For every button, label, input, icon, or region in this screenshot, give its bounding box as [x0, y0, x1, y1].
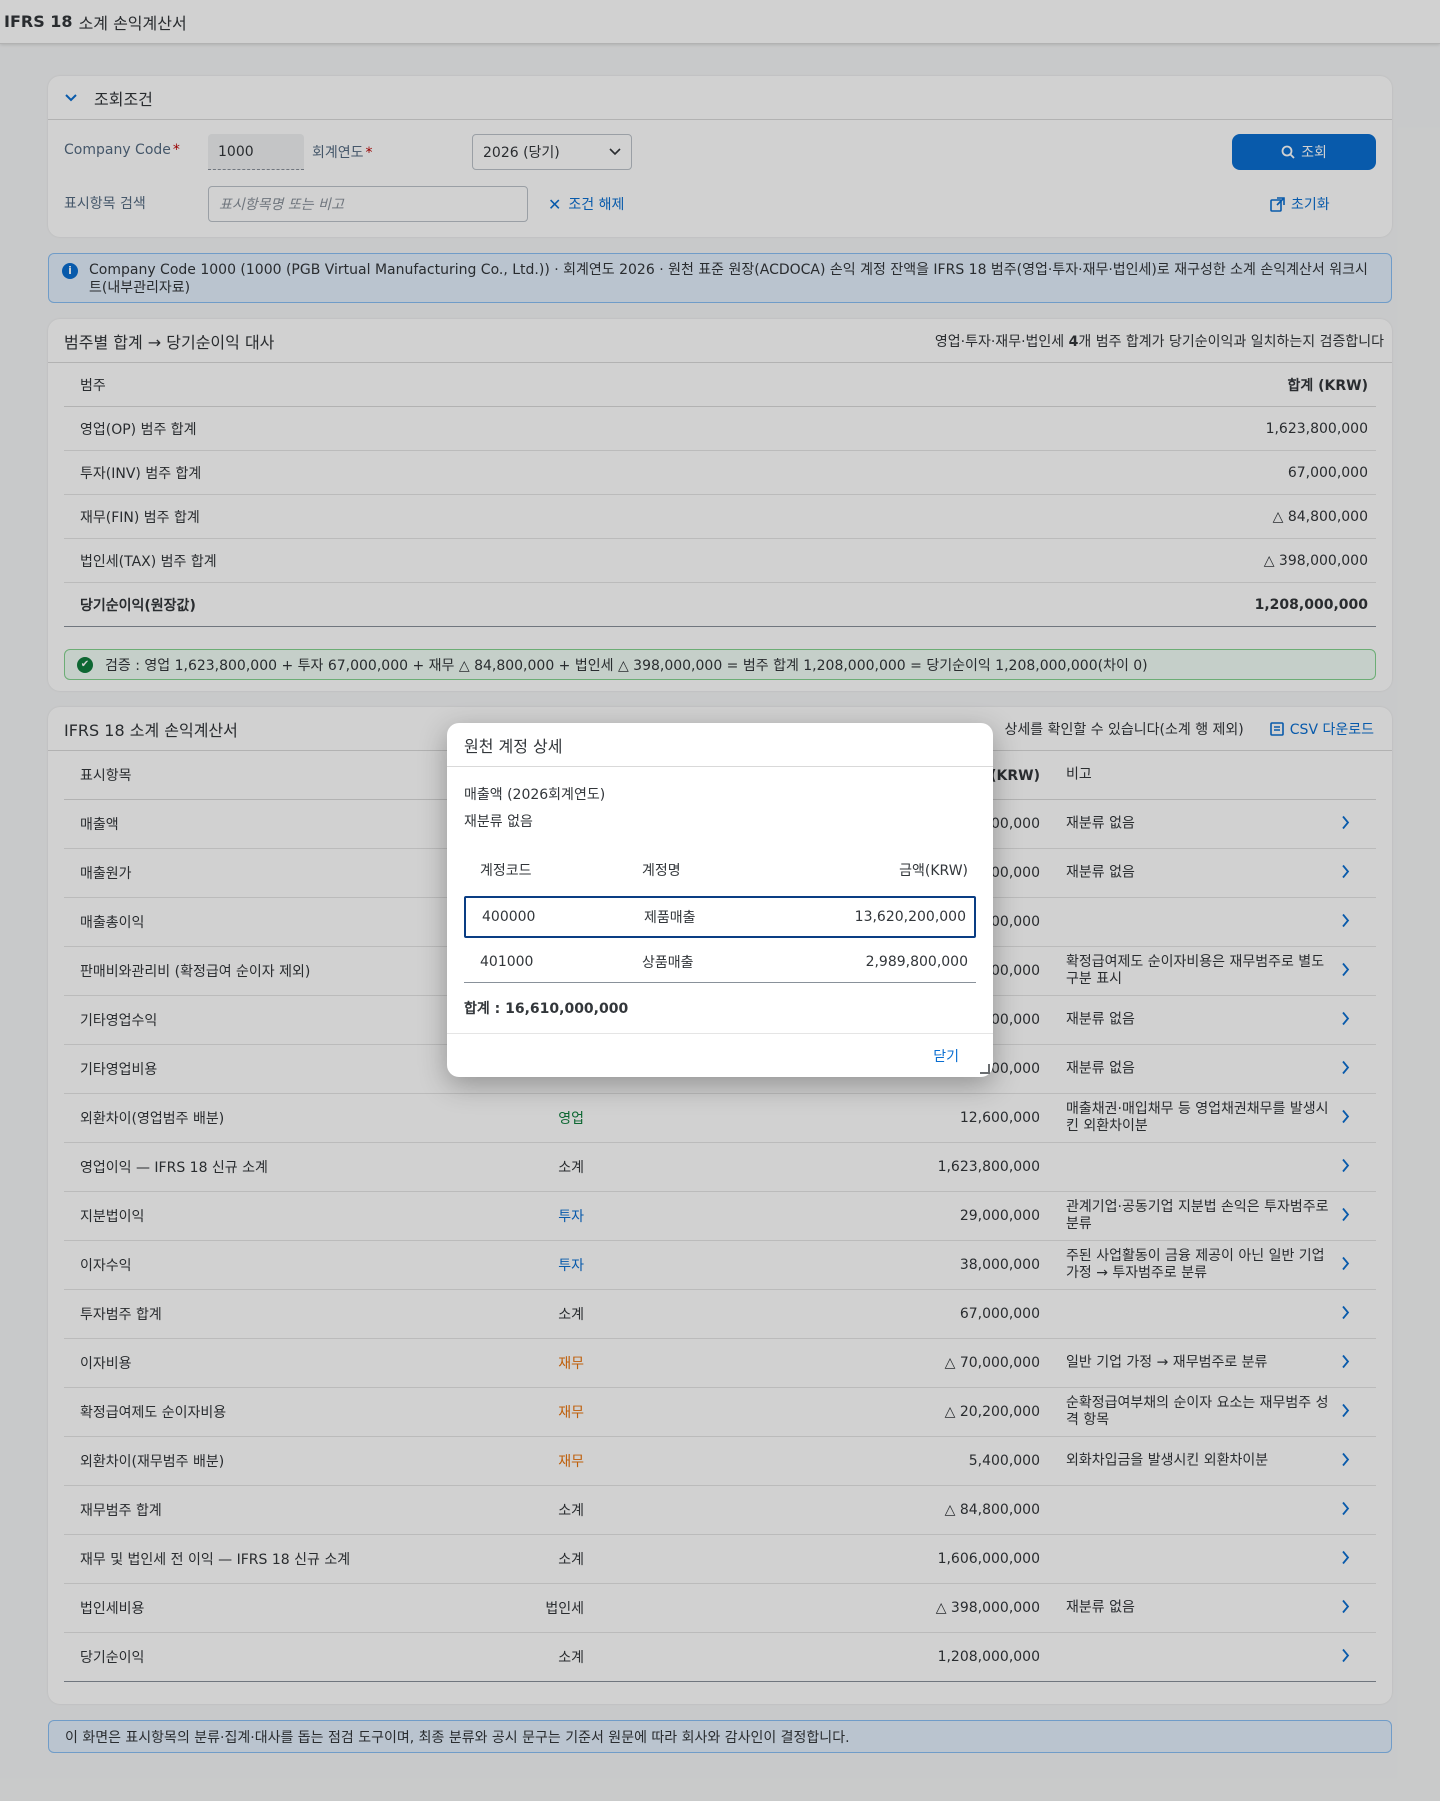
- dialog-footer: 닫기: [447, 1033, 993, 1077]
- resize-handle[interactable]: [980, 1064, 990, 1074]
- dialog-table-header: 계정코드 계정명 금액(KRW): [464, 846, 976, 894]
- dialog-context: 매출액 (2026회계연도): [464, 787, 606, 803]
- table-row[interactable]: 401000 상품매출 2,989,800,000: [464, 941, 976, 983]
- table-row-selected[interactable]: 400000 제품매출 13,620,200,000: [464, 896, 976, 938]
- dialog-reclass-note: 재분류 없음: [464, 814, 533, 830]
- col-account-code: 계정코드: [480, 863, 532, 879]
- col-account-name: 계정명: [642, 863, 681, 879]
- close-button[interactable]: 닫기: [933, 1046, 959, 1066]
- dialog-total: 합계 : 16,610,000,000: [464, 1001, 629, 1017]
- col-account-amount: 금액(KRW): [899, 863, 968, 879]
- source-account-dialog: 원천 계정 상세 매출액 (2026회계연도) 재분류 없음 계정코드 계정명 …: [447, 723, 993, 1077]
- dialog-title: 원천 계정 상세: [447, 723, 993, 767]
